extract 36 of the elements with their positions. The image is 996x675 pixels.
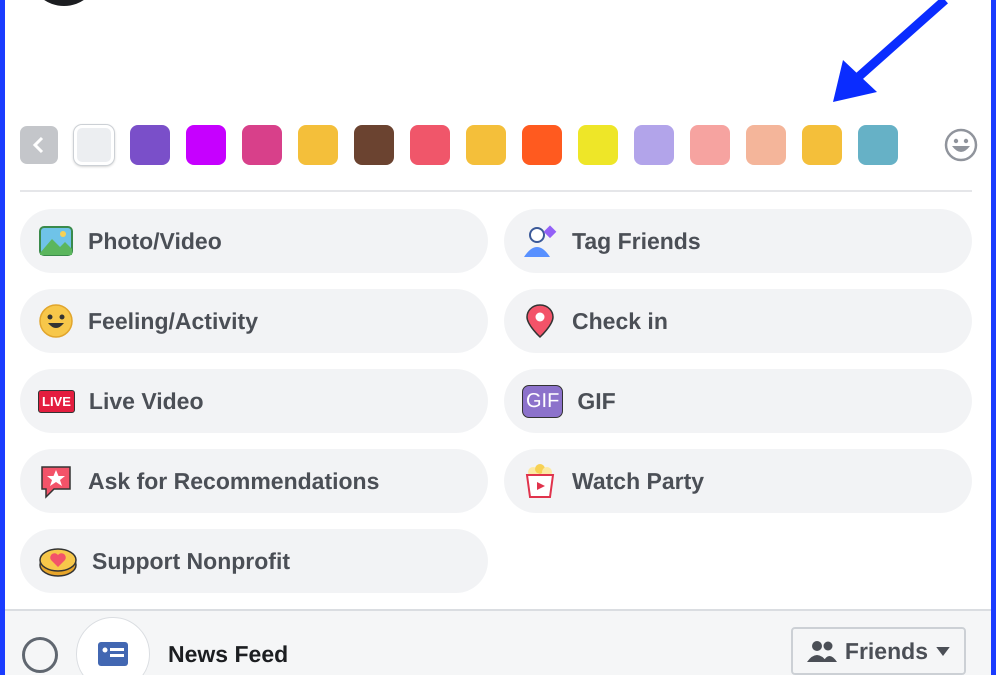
composer-option-button[interactable]: Support Nonprofit bbox=[20, 529, 488, 593]
background-swatch[interactable] bbox=[242, 125, 282, 165]
people-icon bbox=[806, 640, 837, 662]
composer-option-button[interactable]: Watch Party bbox=[504, 449, 972, 513]
composer-option-button[interactable]: Feeling/Activity bbox=[20, 289, 488, 353]
background-swatch[interactable] bbox=[858, 125, 898, 165]
background-swatch[interactable] bbox=[746, 125, 786, 165]
background-swatch[interactable] bbox=[466, 125, 506, 165]
background-swatch[interactable] bbox=[130, 125, 170, 165]
emoji-icon[interactable] bbox=[944, 128, 978, 162]
background-swatch[interactable] bbox=[410, 125, 450, 165]
background-swatch[interactable] bbox=[802, 125, 842, 165]
background-swatch[interactable] bbox=[634, 125, 674, 165]
composer-option-button[interactable]: Ask for Recommendations bbox=[20, 449, 488, 513]
background-swatch[interactable] bbox=[74, 125, 114, 165]
person-tag-icon bbox=[522, 223, 558, 259]
smiley-icon bbox=[38, 303, 74, 339]
background-swatch[interactable] bbox=[690, 125, 730, 165]
composer-option-button[interactable]: LIVE Live Video bbox=[20, 369, 488, 433]
caret-icon bbox=[936, 646, 950, 656]
composer-option-button[interactable]: Tag Friends bbox=[504, 209, 972, 273]
live-badge: LIVE bbox=[38, 390, 75, 412]
gif-badge: GIF bbox=[522, 384, 564, 418]
composer-option-button[interactable]: Check in bbox=[504, 289, 972, 353]
radio-button[interactable] bbox=[22, 637, 58, 673]
composer-option-button[interactable]: GIF GIF bbox=[504, 369, 972, 433]
photo-icon bbox=[38, 223, 74, 259]
background-swatch[interactable] bbox=[186, 125, 226, 165]
composer-option-button[interactable]: Photo/Video bbox=[20, 209, 488, 273]
background-swatch[interactable] bbox=[578, 125, 618, 165]
privacy-dropdown[interactable]: Friends bbox=[790, 627, 966, 675]
background-swatch[interactable] bbox=[354, 125, 394, 165]
background-swatch[interactable] bbox=[298, 125, 338, 165]
background-swatch[interactable] bbox=[522, 125, 562, 165]
back-button[interactable] bbox=[20, 126, 58, 164]
destination-label: News Feed bbox=[168, 641, 288, 668]
